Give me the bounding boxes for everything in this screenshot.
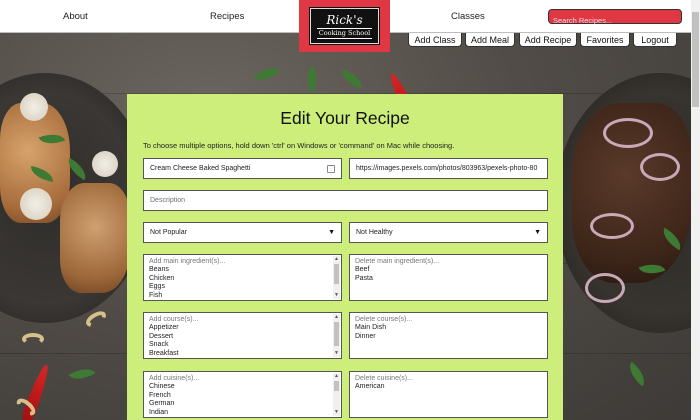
popularity-value: Not Popular [150,229,187,236]
list-item[interactable]: German [149,400,341,408]
list-item[interactable]: Pasta [355,275,547,283]
list-item[interactable]: Appetizer [149,324,341,332]
description-placeholder: Description [150,197,186,204]
delete-courses-listbox[interactable]: Delete course(s)... Main Dish Dinner [349,312,548,359]
list-item[interactable]: American [355,383,547,391]
listbox-scrollbar[interactable]: ▲ ▼ [333,256,340,299]
image-url-field[interactable]: https://images.pexels.com/photos/803963/… [349,158,548,179]
list-item[interactable]: Chinese [149,383,341,391]
popularity-select[interactable]: Not Popular ▼ [143,222,342,243]
scroll-thumb[interactable] [334,381,339,391]
add-ingredients-listbox[interactable]: Add main ingredient(s)... Beans Chicken … [143,254,342,301]
logo-title: Rick's [326,12,363,27]
add-meal-button[interactable]: Add Meal [465,33,515,47]
list-item[interactable]: Chicken [149,275,341,283]
list-item[interactable]: Beef [355,266,547,274]
list-placeholder: Add cuisine(s)... [149,375,200,382]
scroll-thumb[interactable] [334,264,339,284]
list-item[interactable]: Snack [149,341,341,349]
favorites-button[interactable]: Favorites [580,33,630,47]
listbox-scrollbar[interactable]: ▲ ▼ [333,373,340,416]
form-hint: To choose multiple options, hold down 'c… [143,141,455,150]
logo-badge: Rick's Cooking School [309,7,380,45]
list-placeholder: Add course(s)... [149,316,199,323]
list-item[interactable]: Main Dish [355,324,547,332]
listbox-scrollbar[interactable]: ▲ ▼ [333,314,340,357]
logout-button[interactable]: Logout [633,33,677,47]
form-title: Edit Your Recipe [280,108,410,128]
scroll-up-icon[interactable]: ▲ [333,314,340,321]
autofill-key-icon[interactable]: ⋮ [327,164,335,173]
add-recipe-button[interactable]: Add Recipe [519,33,577,47]
scroll-down-icon[interactable]: ▼ [333,350,340,357]
health-value: Not Healthy [356,229,393,236]
scroll-thumb[interactable] [334,322,339,346]
recipe-name-value: Cream Cheese Baked Spaghetti [150,165,251,172]
scroll-down-icon[interactable]: ▼ [333,409,340,416]
add-courses-listbox[interactable]: Add course(s)... Appetizer Dessert Snack… [143,312,342,359]
search-box [548,9,682,27]
list-placeholder: Delete main ingredient(s)... [355,258,440,265]
chevron-down-icon: ▼ [328,229,335,236]
list-item[interactable]: Indian [149,409,341,417]
nav-recipes-link[interactable]: Recipes [210,11,244,22]
list-item[interactable]: Dessert [149,333,341,341]
list-item[interactable]: Dinner [355,333,547,341]
add-class-button[interactable]: Add Class [408,33,462,47]
list-placeholder: Delete cuisine(s)... [355,375,413,382]
image-url-value: https://images.pexels.com/photos/803963/… [356,165,538,172]
recipe-name-field[interactable]: Cream Cheese Baked Spaghetti ⋮ [143,158,342,179]
nav-classes-link[interactable]: Classes [451,11,485,22]
scroll-down-icon[interactable]: ▼ [333,292,340,299]
list-item[interactable]: French [149,392,341,400]
edit-recipe-form: Edit Your Recipe To choose multiple opti… [127,94,563,420]
nav-about-link[interactable]: About [63,11,88,22]
delete-ingredients-listbox[interactable]: Delete main ingredient(s)... Beef Pasta [349,254,548,301]
add-cuisines-listbox[interactable]: Add cuisine(s)... Chinese French German … [143,371,342,418]
list-item[interactable]: Beans [149,266,341,274]
list-item[interactable]: Eggs [149,283,341,291]
logo[interactable]: Rick's Cooking School [299,0,390,52]
list-placeholder: Delete course(s)... [355,316,413,323]
delete-cuisines-listbox[interactable]: Delete cuisine(s)... American [349,371,548,418]
logo-subtitle: Cooking School [316,27,373,39]
search-input[interactable] [549,14,681,27]
page-scrollbar[interactable] [691,0,700,420]
health-select[interactable]: Not Healthy ▼ [349,222,548,243]
list-placeholder: Add main ingredient(s)... [149,258,226,265]
list-item[interactable]: Fish [149,292,341,300]
page-scroll-thumb[interactable] [692,12,699,107]
scroll-up-icon[interactable]: ▲ [333,256,340,263]
scroll-up-icon[interactable]: ▲ [333,373,340,380]
chevron-down-icon: ▼ [534,229,541,236]
description-field[interactable]: Description [143,190,548,211]
list-item[interactable]: Breakfast [149,350,341,358]
